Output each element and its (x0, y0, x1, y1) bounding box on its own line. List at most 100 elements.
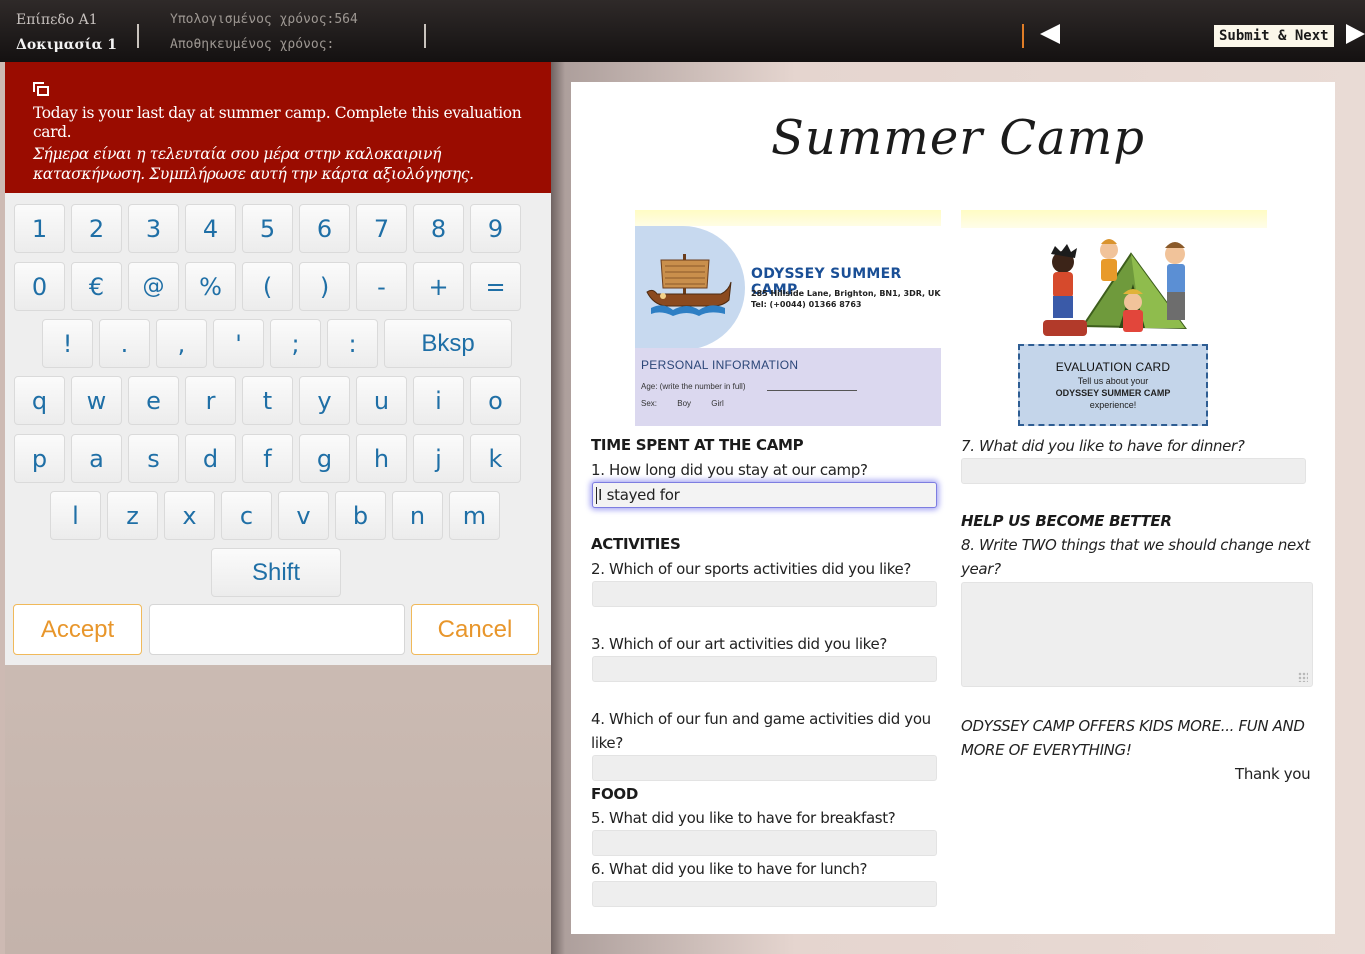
key[interactable]: u (356, 376, 407, 425)
key[interactable]: 3 (128, 204, 179, 253)
answer-5-field[interactable] (592, 830, 937, 856)
key[interactable]: = (470, 262, 521, 311)
key[interactable]: h (356, 434, 407, 483)
accept-button[interactable]: Accept (13, 604, 142, 655)
answer-6-field[interactable] (592, 881, 937, 907)
evaluation-form: Summer Camp ODYSSEY SUMMER CAMP 285 Hill… (571, 82, 1335, 934)
key[interactable]: , (156, 319, 207, 368)
instructions-english: Today is your last day at summer camp. C… (33, 104, 522, 141)
key[interactable]: x (164, 491, 215, 540)
key[interactable]: @ (128, 262, 179, 311)
question-8: 8. Write TWO things that we should chang… (961, 536, 1310, 578)
divider (1022, 24, 1024, 48)
instructions-box: Today is your last day at summer camp. C… (5, 62, 551, 193)
key[interactable]: a (71, 434, 122, 483)
next-arrow-icon[interactable] (1346, 24, 1365, 44)
key[interactable]: 6 (299, 204, 350, 253)
age-line (767, 390, 857, 391)
key[interactable]: y (299, 376, 350, 425)
key[interactable]: ' (213, 319, 264, 368)
decorative-strip (961, 210, 1267, 228)
form-title: Summer Camp (770, 110, 1146, 166)
resize-grip-icon[interactable] (1298, 672, 1308, 682)
keyboard-input-preview[interactable] (149, 604, 405, 655)
camp-logo-card: ODYSSEY SUMMER CAMP 285 Hillside Lane, B… (635, 226, 941, 350)
panel-shadow (551, 62, 565, 954)
age-label: Age: (write the number in full) (641, 382, 746, 391)
popout-icon[interactable] (33, 82, 49, 96)
key[interactable]: 7 (356, 204, 407, 253)
key[interactable]: ) (299, 262, 350, 311)
camping-kids-illustration (1043, 239, 1187, 336)
key[interactable]: e (128, 376, 179, 425)
key[interactable]: 4 (185, 204, 236, 253)
section-help: HELP US BECOME BETTER (961, 512, 1172, 530)
key[interactable]: f (242, 434, 293, 483)
key[interactable]: i (413, 376, 464, 425)
camp-address: 285 Hillside Lane, Brighton, BN1, 3DR, U… (751, 289, 941, 309)
saved-time: Αποθηκευμένος χρόνος: (170, 37, 335, 52)
key[interactable]: s (128, 434, 179, 483)
key[interactable]: : (327, 319, 378, 368)
task-label: Δοκιμασία 1 (16, 37, 117, 53)
key[interactable]: d (185, 434, 236, 483)
answer-3-field[interactable] (592, 656, 937, 682)
key[interactable]: b (335, 491, 386, 540)
question-7: 7. What did you like to have for dinner? (961, 437, 1245, 455)
key[interactable]: v (278, 491, 329, 540)
key[interactable]: p (14, 434, 65, 483)
backspace-key[interactable]: Bksp (384, 319, 512, 368)
key[interactable]: 9 (470, 204, 521, 253)
key[interactable]: o (470, 376, 521, 425)
divider (424, 24, 426, 48)
key[interactable]: k (470, 434, 521, 483)
key[interactable]: ; (270, 319, 321, 368)
key[interactable]: ( (242, 262, 293, 311)
evaluation-card-label: EVALUATION CARD Tell us about your ODYSS… (1018, 344, 1208, 426)
instructions-greek: Σήμερα είναι η τελευταία σου μέρα στην κ… (33, 145, 474, 183)
key[interactable]: q (14, 376, 65, 425)
key[interactable]: j (413, 434, 464, 483)
key[interactable]: 0 (14, 262, 65, 311)
key[interactable]: m (449, 491, 500, 540)
key[interactable]: 5 (242, 204, 293, 253)
answer-2-field[interactable] (592, 581, 937, 607)
key[interactable]: c (221, 491, 272, 540)
key[interactable]: ! (42, 319, 93, 368)
key[interactable]: . (99, 319, 150, 368)
section-time: TIME SPENT AT THE CAMP (591, 436, 804, 454)
key[interactable]: 8 (413, 204, 464, 253)
key[interactable]: t (242, 376, 293, 425)
section-food: FOOD (591, 785, 639, 803)
question-2: 2. Which of our sports activities did yo… (591, 560, 912, 578)
key[interactable]: g (299, 434, 350, 483)
answer-1-field[interactable]: I stayed for (592, 482, 937, 508)
submit-next-button[interactable]: Submit & Next (1214, 25, 1334, 47)
answer-4-field[interactable] (592, 755, 937, 781)
key[interactable]: z (107, 491, 158, 540)
key[interactable]: n (392, 491, 443, 540)
question-1: 1. How long did you stay at our camp? (591, 461, 868, 479)
key[interactable]: 1 (14, 204, 65, 253)
back-arrow-icon[interactable] (1040, 24, 1060, 44)
personal-info-box: PERSONAL INFORMATION Age: (write the num… (635, 348, 941, 426)
ship-icon (646, 254, 732, 316)
personal-info-title: PERSONAL INFORMATION (641, 358, 799, 372)
answer-8-textarea[interactable] (961, 582, 1313, 687)
key[interactable]: 2 (71, 204, 122, 253)
closing-slogan: ODYSSEY CAMP OFFERS KIDS MORE... FUN AND… (961, 717, 1305, 759)
key[interactable]: l (50, 491, 101, 540)
top-bar: Επίπεδο Α1 Δοκιμασία 1 Υπολογισμένος χρό… (0, 0, 1365, 62)
question-4: 4. Which of our fun and game activities … (591, 710, 931, 752)
cancel-button[interactable]: Cancel (411, 604, 539, 655)
shift-key[interactable]: Shift (211, 548, 341, 597)
key[interactable]: w (71, 376, 122, 425)
answer-7-field[interactable] (961, 458, 1306, 484)
key[interactable]: % (185, 262, 236, 311)
key[interactable]: + (413, 262, 464, 311)
key[interactable]: - (356, 262, 407, 311)
key[interactable]: r (185, 376, 236, 425)
answer-1-value: I stayed for (598, 486, 680, 504)
key[interactable]: € (71, 262, 122, 311)
section-activities: ACTIVITIES (591, 535, 681, 553)
